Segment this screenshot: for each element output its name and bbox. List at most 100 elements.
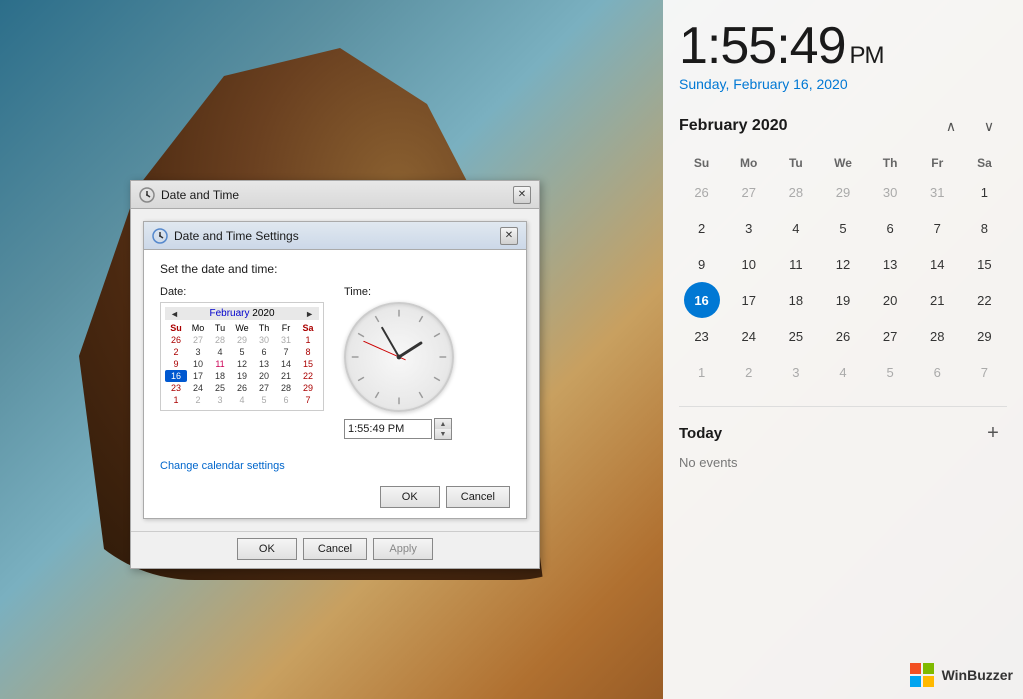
calendar-day[interactable]: 20 bbox=[872, 282, 908, 318]
sc-day[interactable]: 7 bbox=[275, 346, 297, 358]
calendar-day[interactable]: 5 bbox=[825, 210, 861, 246]
calendar-day[interactable]: 6 bbox=[919, 354, 955, 390]
calendar-day[interactable]: 11 bbox=[778, 246, 814, 282]
calendar-day[interactable]: 26 bbox=[825, 318, 861, 354]
calendar-day[interactable]: 8 bbox=[966, 210, 1002, 246]
calendar-day[interactable]: 28 bbox=[919, 318, 955, 354]
sc-day[interactable]: 3 bbox=[187, 346, 209, 358]
inner-cancel-button[interactable]: Cancel bbox=[446, 486, 510, 508]
sc-day[interactable]: 4 bbox=[209, 346, 231, 358]
time-spinner-down[interactable]: ▼ bbox=[435, 429, 451, 439]
calendar-day[interactable]: 12 bbox=[825, 246, 861, 282]
add-event-button[interactable]: + bbox=[979, 419, 1007, 447]
outer-ok-button[interactable]: OK bbox=[237, 538, 297, 560]
sc-day[interactable]: 15 bbox=[297, 358, 319, 370]
sc-day[interactable]: 6 bbox=[253, 346, 275, 358]
sc-day[interactable]: 2 bbox=[187, 394, 209, 406]
calendar-day[interactable]: 6 bbox=[872, 210, 908, 246]
calendar-day[interactable]: 2 bbox=[684, 210, 720, 246]
calendar-day[interactable]: 1 bbox=[966, 174, 1002, 210]
sc-day[interactable]: 26 bbox=[165, 334, 187, 346]
calendar-day[interactable]: 17 bbox=[731, 282, 767, 318]
calendar-day[interactable]: 1 bbox=[684, 354, 720, 390]
outer-dialog-close-button[interactable]: ✕ bbox=[513, 186, 531, 204]
change-calendar-settings-link[interactable]: Change calendar settings bbox=[160, 460, 285, 472]
calendar-day[interactable]: 10 bbox=[731, 246, 767, 282]
sc-day[interactable]: 26 bbox=[231, 382, 253, 394]
sc-day[interactable]: 4 bbox=[231, 394, 253, 406]
sc-day[interactable]: 28 bbox=[275, 382, 297, 394]
calendar-day[interactable]: 21 bbox=[919, 282, 955, 318]
calendar-day[interactable]: 27 bbox=[731, 174, 767, 210]
calendar-day[interactable]: 13 bbox=[872, 246, 908, 282]
sc-day[interactable]: 17 bbox=[187, 370, 209, 382]
calendar-next-button[interactable]: ∨ bbox=[971, 108, 1007, 144]
inner-ok-button[interactable]: OK bbox=[380, 486, 440, 508]
sc-day[interactable]: 18 bbox=[209, 370, 231, 382]
calendar-day[interactable]: 2 bbox=[731, 354, 767, 390]
calendar-day[interactable]: 7 bbox=[966, 354, 1002, 390]
sc-day[interactable]: 12 bbox=[231, 358, 253, 370]
sc-day[interactable]: 5 bbox=[253, 394, 275, 406]
sc-day[interactable]: 29 bbox=[231, 334, 253, 346]
small-cal-prev-button[interactable]: ◄ bbox=[167, 309, 182, 319]
calendar-day[interactable]: 26 bbox=[684, 174, 720, 210]
small-cal-next-button[interactable]: ► bbox=[302, 309, 317, 319]
sc-day[interactable]: 23 bbox=[165, 382, 187, 394]
time-input[interactable] bbox=[344, 419, 432, 439]
calendar-day[interactable]: 15 bbox=[966, 246, 1002, 282]
sc-day[interactable]: 24 bbox=[187, 382, 209, 394]
calendar-prev-button[interactable]: ∧ bbox=[933, 108, 969, 144]
sc-day[interactable]: 13 bbox=[253, 358, 275, 370]
calendar-day[interactable]: 4 bbox=[825, 354, 861, 390]
outer-apply-button[interactable]: Apply bbox=[373, 538, 433, 560]
calendar-today[interactable]: 16 bbox=[684, 282, 720, 318]
calendar-day[interactable]: 18 bbox=[778, 282, 814, 318]
sc-day[interactable]: 6 bbox=[275, 394, 297, 406]
sc-day[interactable]: 1 bbox=[165, 394, 187, 406]
inner-dialog-close-button[interactable]: ✕ bbox=[500, 227, 518, 245]
sc-day[interactable]: 27 bbox=[187, 334, 209, 346]
sc-day[interactable]: 11 bbox=[209, 358, 231, 370]
time-spinner-up[interactable]: ▲ bbox=[435, 419, 451, 429]
calendar-day[interactable]: 25 bbox=[778, 318, 814, 354]
sc-today[interactable]: 16 bbox=[165, 370, 187, 382]
sc-day[interactable]: 27 bbox=[253, 382, 275, 394]
sc-day[interactable]: 8 bbox=[297, 346, 319, 358]
calendar-day[interactable]: 30 bbox=[872, 174, 908, 210]
calendar-day[interactable]: 31 bbox=[919, 174, 955, 210]
sc-day[interactable]: 5 bbox=[231, 346, 253, 358]
sc-day[interactable]: 31 bbox=[275, 334, 297, 346]
sc-day[interactable]: 22 bbox=[297, 370, 319, 382]
calendar-day[interactable]: 14 bbox=[919, 246, 955, 282]
sc-day[interactable]: 28 bbox=[209, 334, 231, 346]
sc-day[interactable]: 10 bbox=[187, 358, 209, 370]
sc-day[interactable]: 20 bbox=[253, 370, 275, 382]
sc-day[interactable]: 9 bbox=[165, 358, 187, 370]
calendar-day[interactable]: 3 bbox=[778, 354, 814, 390]
outer-cancel-button[interactable]: Cancel bbox=[303, 538, 367, 560]
calendar-day[interactable]: 28 bbox=[778, 174, 814, 210]
calendar-day[interactable]: 29 bbox=[825, 174, 861, 210]
calendar-day[interactable]: 4 bbox=[778, 210, 814, 246]
calendar-day[interactable]: 5 bbox=[872, 354, 908, 390]
sc-day[interactable]: 2 bbox=[165, 346, 187, 358]
sc-day[interactable]: 21 bbox=[275, 370, 297, 382]
sc-day[interactable]: 7 bbox=[297, 394, 319, 406]
sc-day[interactable]: 19 bbox=[231, 370, 253, 382]
calendar-day[interactable]: 24 bbox=[731, 318, 767, 354]
sc-day[interactable]: 25 bbox=[209, 382, 231, 394]
sc-day[interactable]: 1 bbox=[297, 334, 319, 346]
sc-day[interactable]: 3 bbox=[209, 394, 231, 406]
calendar-day[interactable]: 19 bbox=[825, 282, 861, 318]
calendar-day[interactable]: 9 bbox=[684, 246, 720, 282]
sc-day[interactable]: 14 bbox=[275, 358, 297, 370]
sc-day[interactable]: 29 bbox=[297, 382, 319, 394]
calendar-day[interactable]: 7 bbox=[919, 210, 955, 246]
calendar-day[interactable]: 3 bbox=[731, 210, 767, 246]
sc-day[interactable]: 30 bbox=[253, 334, 275, 346]
calendar-day[interactable]: 23 bbox=[684, 318, 720, 354]
calendar-day[interactable]: 27 bbox=[872, 318, 908, 354]
calendar-day[interactable]: 29 bbox=[966, 318, 1002, 354]
calendar-day[interactable]: 22 bbox=[966, 282, 1002, 318]
